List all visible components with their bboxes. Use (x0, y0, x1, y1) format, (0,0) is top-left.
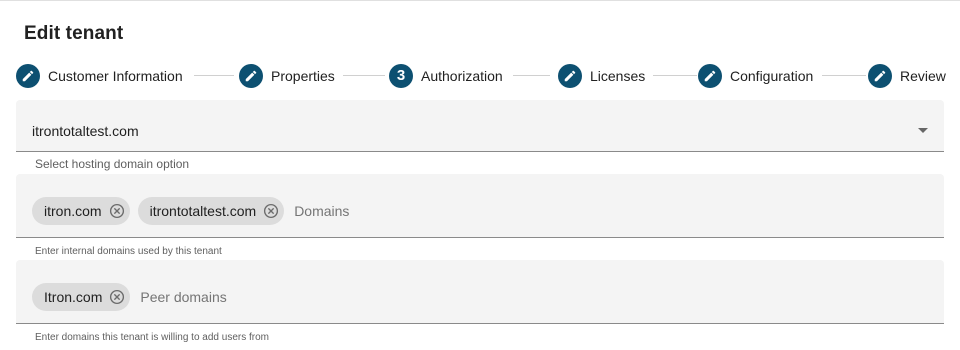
step-connector (513, 75, 550, 76)
step-number: 3 (389, 63, 413, 88)
step-customer-information[interactable]: Customer Information (16, 63, 183, 88)
pencil-icon (868, 63, 892, 88)
peer-domains-input[interactable] (140, 289, 441, 305)
step-connector (822, 75, 866, 76)
step-configuration[interactable]: Configuration (698, 63, 813, 88)
step-authorization[interactable]: 3 Authorization (389, 63, 503, 88)
stepper: Customer Information Properties 3 Author… (16, 63, 946, 88)
internal-domains-hint: Enter internal domains used by this tena… (35, 246, 222, 257)
edit-tenant-dialog: Edit tenant Customer Information Propert… (0, 0, 960, 350)
chip-label: itron.com (44, 203, 102, 219)
hosting-domain-hint: Select hosting domain option (35, 157, 190, 171)
chip-list: itron.com itrontotaltest.com (32, 197, 595, 225)
hosting-domain-value: itrontotaltest.com (32, 123, 139, 139)
step-licenses[interactable]: Licenses (558, 63, 645, 88)
dialog-title: Edit tenant (24, 23, 124, 44)
internal-domains-field[interactable]: itron.com itrontotaltest.com (16, 174, 944, 238)
chip-label: Itron.com (44, 289, 103, 305)
pencil-icon (16, 63, 40, 88)
step-label: Properties (271, 67, 335, 84)
pencil-icon (239, 63, 263, 88)
step-connector (343, 75, 385, 76)
step-label: Configuration (730, 67, 814, 84)
step-label: Review (900, 67, 946, 84)
pencil-icon (698, 63, 722, 88)
step-connector (653, 75, 697, 76)
domain-chip[interactable]: itrontotaltest.com (137, 197, 285, 225)
domain-chip[interactable]: Itron.com (32, 283, 131, 311)
step-label: Licenses (590, 67, 646, 84)
peer-domains-field[interactable]: Itron.com (16, 260, 944, 324)
pencil-icon (558, 63, 582, 88)
chip-label: itrontotaltest.com (149, 203, 257, 219)
step-label: Authorization (421, 67, 503, 84)
chip-list: Itron.com (32, 283, 441, 311)
domains-input[interactable] (294, 203, 595, 219)
domain-chip[interactable]: itron.com (32, 197, 130, 225)
remove-circle-icon[interactable] (108, 202, 126, 220)
remove-circle-icon[interactable] (262, 202, 280, 220)
step-review[interactable]: Review (868, 63, 946, 88)
hosting-domain-select[interactable]: itrontotaltest.com (16, 100, 944, 152)
step-connector (194, 75, 234, 76)
step-properties[interactable]: Properties (239, 63, 335, 88)
remove-circle-icon[interactable] (108, 288, 126, 306)
dropdown-arrow-icon[interactable] (918, 128, 928, 133)
peer-domains-hint: Enter domains this tenant is willing to … (35, 332, 269, 343)
step-label: Customer Information (48, 67, 183, 84)
